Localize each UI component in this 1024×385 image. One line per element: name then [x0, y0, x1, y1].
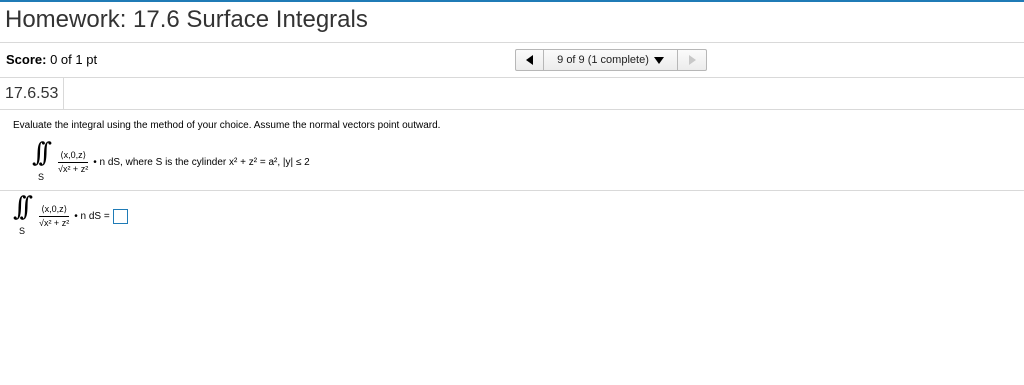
integral-subscript: S [38, 172, 45, 182]
problem-id: 17.6.53 [0, 78, 65, 109]
previous-question-button[interactable] [515, 49, 544, 71]
integrand-fraction: ⟨x,0,z⟩ √x² + z² [39, 204, 69, 228]
double-integral-sign: ∫∫ S [13, 192, 37, 236]
problem-statement: ∫∫ S ⟨x,0,z⟩ √x² + z² • n dS, where S is… [32, 138, 310, 184]
question-select-label: 9 of 9 (1 complete) [557, 54, 649, 66]
integrand-denominator: √x² + z² [39, 218, 70, 228]
problem-statement-text: • n dS, where S is the cylinder x² + z² … [93, 156, 310, 168]
page-title: Homework: 17.6 Surface Integrals [5, 6, 368, 33]
next-question-button[interactable] [678, 49, 707, 71]
integrand-numerator: ⟨x,0,z⟩ [39, 204, 70, 217]
score: Score: 0 of 1 pt [6, 52, 97, 67]
score-label: Score: [6, 52, 47, 67]
question-navigation: 9 of 9 (1 complete) [515, 49, 707, 71]
answer-text: • n dS = [74, 210, 110, 222]
score-bar: Score: 0 of 1 pt 9 of 9 (1 complete) [0, 43, 1024, 78]
answer-input[interactable] [112, 208, 128, 224]
caret-down-icon [653, 56, 664, 64]
score-value: 0 of 1 pt [50, 52, 98, 67]
integral-subscript: S [19, 226, 26, 236]
section-divider [0, 190, 1024, 191]
arrow-right-icon [688, 55, 696, 65]
homework-page: Homework: 17.6 Surface Integrals Score: … [0, 0, 1024, 385]
problem-id-bar: 17.6.53 [0, 78, 1024, 110]
integral-symbol: ∫∫ [32, 138, 52, 168]
title-bar: Homework: 17.6 Surface Integrals [0, 2, 1024, 43]
integral-symbol: ∫∫ [13, 192, 33, 222]
problem-instructions: Evaluate the integral using the method o… [13, 120, 441, 131]
arrow-left-icon [526, 55, 533, 65]
integrand-numerator: ⟨x,0,z⟩ [58, 150, 89, 163]
answer-line: ∫∫ S ⟨x,0,z⟩ √x² + z² • n dS = [13, 192, 128, 238]
integrand-denominator: √x² + z² [58, 164, 89, 174]
double-integral-sign: ∫∫ S [32, 138, 56, 182]
question-select-dropdown[interactable]: 9 of 9 (1 complete) [544, 49, 678, 71]
integrand-fraction: ⟨x,0,z⟩ √x² + z² [58, 150, 88, 174]
